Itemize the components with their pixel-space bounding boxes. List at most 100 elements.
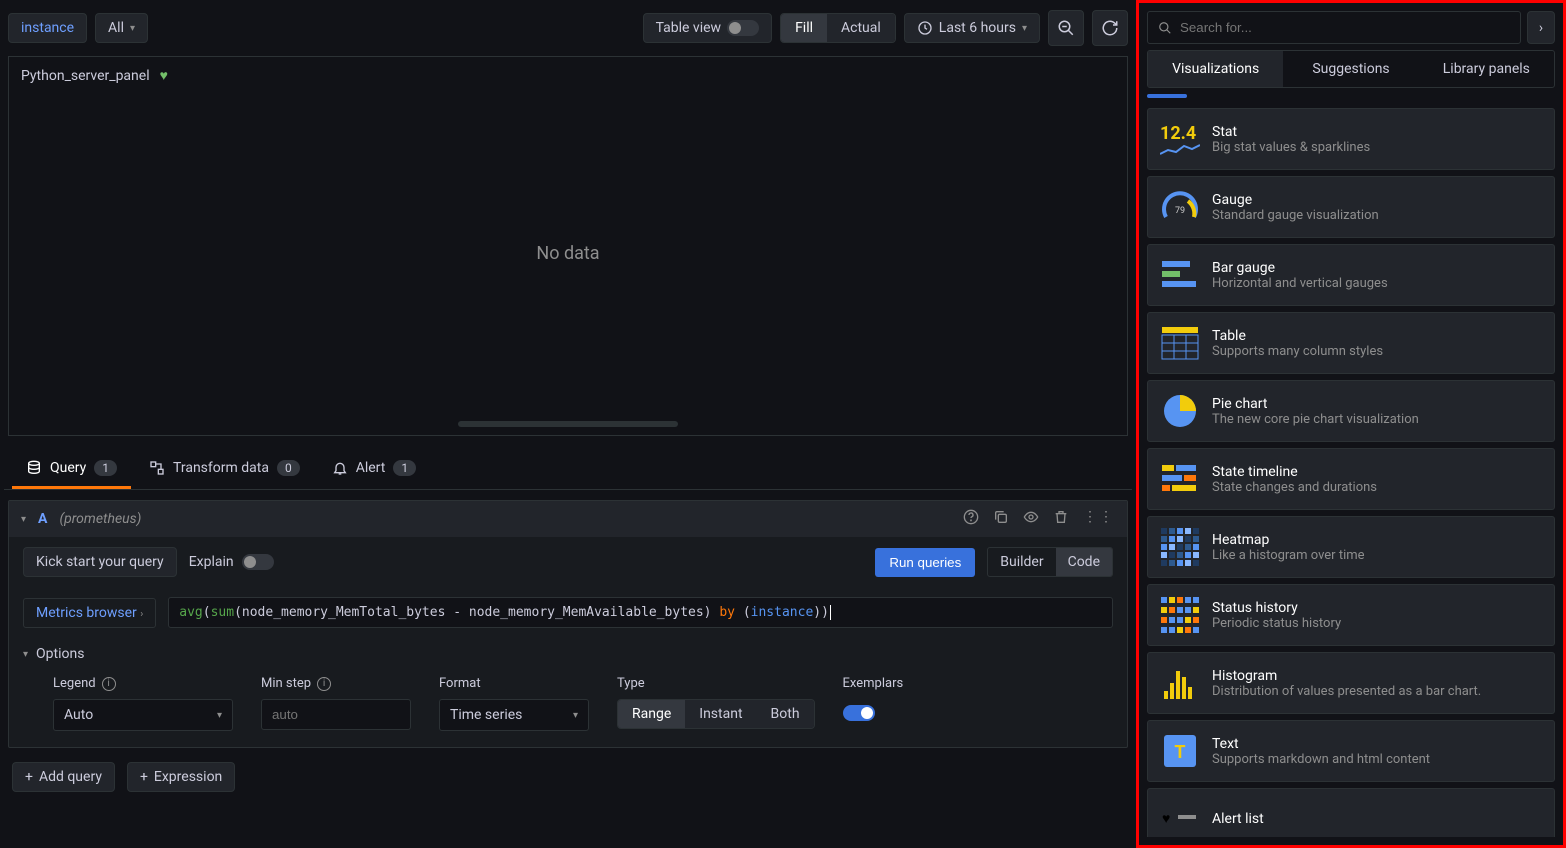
table-view-switch[interactable]	[727, 20, 759, 36]
viz-title: Heatmap	[1212, 532, 1365, 548]
filter-dropdown[interactable]: All▾	[95, 13, 148, 43]
viz-desc: Periodic status history	[1212, 616, 1341, 631]
viz-picker-panel: › Visualizations Suggestions Library pan…	[1136, 0, 1566, 848]
fill-button[interactable]: Fill	[781, 14, 827, 42]
viz-title: Alert list	[1212, 811, 1264, 827]
viz-title: Table	[1212, 328, 1383, 344]
viz-item-heatmap[interactable]: HeatmapLike a histogram over time	[1147, 516, 1555, 578]
viz-item-statetl[interactable]: State timelineState changes and duration…	[1147, 448, 1555, 510]
tab-query[interactable]: Query1	[12, 450, 131, 489]
viz-desc: The new core pie chart visualization	[1212, 412, 1419, 427]
type-range[interactable]: Range	[618, 700, 685, 728]
pie-icon	[1160, 391, 1200, 431]
promql-input[interactable]: avg(sum(node_memory_MemTotal_bytes - nod…	[168, 597, 1113, 628]
add-expression-button[interactable]: + Expression	[127, 762, 235, 792]
viz-desc: Standard gauge visualization	[1212, 208, 1379, 223]
viz-desc: Supports many column styles	[1212, 344, 1383, 359]
legend-label: Legendi	[53, 676, 233, 691]
type-instant[interactable]: Instant	[685, 700, 756, 728]
clock-icon	[917, 20, 933, 36]
bell-icon	[332, 460, 348, 476]
metrics-browser-button[interactable]: Metrics browser ›	[23, 598, 156, 628]
format-label: Format	[439, 676, 589, 691]
search-icon	[1158, 21, 1172, 35]
duplicate-query-icon[interactable]	[993, 509, 1009, 529]
tab-visualizations[interactable]: Visualizations	[1148, 51, 1283, 87]
stat-icon: 12.4	[1160, 119, 1200, 159]
tab-alert[interactable]: Alert1	[318, 450, 430, 489]
query-help-icon[interactable]	[963, 509, 979, 529]
tab-library-panels[interactable]: Library panels	[1419, 51, 1554, 87]
viz-title: Pie chart	[1212, 396, 1419, 412]
svg-text:79: 79	[1175, 206, 1185, 216]
editor-tabs: Query1 Transform data0 Alert1	[4, 450, 1132, 490]
refresh-icon	[1101, 19, 1119, 37]
svg-text:T: T	[1174, 742, 1185, 763]
refresh-button[interactable]	[1092, 10, 1128, 46]
exemplars-toggle[interactable]	[843, 705, 875, 721]
query-id: A	[38, 511, 47, 527]
viz-title: Status history	[1212, 600, 1341, 616]
histogram-icon	[1160, 663, 1200, 703]
viz-desc: State changes and durations	[1212, 480, 1377, 495]
no-data-message: No data	[9, 94, 1127, 413]
text-icon: T	[1160, 731, 1200, 771]
instance-link[interactable]: instance	[8, 13, 87, 43]
toolbar: instance All▾ Table view Fill Actual Las…	[4, 4, 1132, 56]
zoom-out-icon	[1057, 19, 1075, 37]
viz-title: State timeline	[1212, 464, 1377, 480]
options-toggle[interactable]: ▾Options	[9, 638, 1127, 670]
delete-query-icon[interactable]	[1053, 509, 1069, 529]
fill-actual-group: Fill Actual	[780, 13, 896, 43]
exemplars-label: Exemplars	[843, 676, 904, 691]
viz-desc: Like a histogram over time	[1212, 548, 1365, 563]
database-icon	[26, 460, 42, 476]
type-both[interactable]: Both	[757, 700, 814, 728]
alertlist-icon: ♥	[1160, 799, 1200, 837]
viz-item-pie[interactable]: Pie chartThe new core pie chart visualiz…	[1147, 380, 1555, 442]
tab-transform[interactable]: Transform data0	[135, 450, 314, 489]
panel-title: Python_server_panel	[21, 68, 150, 84]
explain-toggle[interactable]: Explain	[189, 554, 274, 570]
table-view-toggle[interactable]: Table view	[643, 13, 773, 43]
code-mode[interactable]: Code	[1056, 548, 1112, 576]
viz-desc: Horizontal and vertical gauges	[1212, 276, 1388, 291]
viz-item-histogram[interactable]: HistogramDistribution of values presente…	[1147, 652, 1555, 714]
viz-search[interactable]	[1147, 11, 1521, 44]
kick-start-button[interactable]: Kick start your query	[23, 547, 177, 577]
gauge-icon: 79	[1160, 187, 1200, 227]
min-step-input[interactable]	[261, 699, 411, 730]
builder-mode[interactable]: Builder	[988, 548, 1055, 576]
viz-desc: Big stat values & sparklines	[1212, 140, 1370, 155]
heart-icon: ♥	[160, 67, 168, 84]
legend-select[interactable]: Auto▾	[53, 699, 233, 731]
zoom-out-button[interactable]	[1048, 10, 1084, 46]
viz-item-stat[interactable]: 12.4 StatBig stat values & sparklines	[1147, 108, 1555, 170]
info-icon[interactable]: i	[102, 677, 116, 691]
viz-item-bargauge[interactable]: Bar gaugeHorizontal and vertical gauges	[1147, 244, 1555, 306]
horizontal-scrollbar[interactable]	[458, 421, 678, 427]
viz-item-statush[interactable]: Status historyPeriodic status history	[1147, 584, 1555, 646]
heatmap-icon	[1160, 527, 1200, 567]
close-picker-button[interactable]: ›	[1527, 11, 1555, 44]
toggle-visibility-icon[interactable]	[1023, 509, 1039, 529]
query-datasource: (prometheus)	[59, 511, 141, 527]
table-icon	[1160, 323, 1200, 363]
viz-item-table[interactable]: TableSupports many column styles	[1147, 312, 1555, 374]
viz-item-gauge[interactable]: 79 GaugeStandard gauge visualization	[1147, 176, 1555, 238]
info-icon[interactable]: i	[317, 677, 331, 691]
add-query-button[interactable]: + Add query	[12, 762, 115, 792]
viz-title: Stat	[1212, 124, 1370, 140]
tab-suggestions[interactable]: Suggestions	[1283, 51, 1418, 87]
collapse-query[interactable]: ▾	[21, 514, 26, 525]
viz-item-alertlist[interactable]: ♥ Alert list	[1147, 788, 1555, 837]
viz-title: Bar gauge	[1212, 260, 1388, 276]
bargauge-icon	[1160, 255, 1200, 295]
viz-item-text[interactable]: TTextSupports markdown and html content	[1147, 720, 1555, 782]
run-queries-button[interactable]: Run queries	[875, 548, 975, 577]
time-range-picker[interactable]: Last 6 hours ▾	[904, 13, 1040, 43]
viz-title: Gauge	[1212, 192, 1379, 208]
format-select[interactable]: Time series▾	[439, 699, 589, 731]
actual-button[interactable]: Actual	[827, 14, 895, 42]
drag-handle-icon[interactable]: ⋮⋮	[1083, 509, 1115, 529]
